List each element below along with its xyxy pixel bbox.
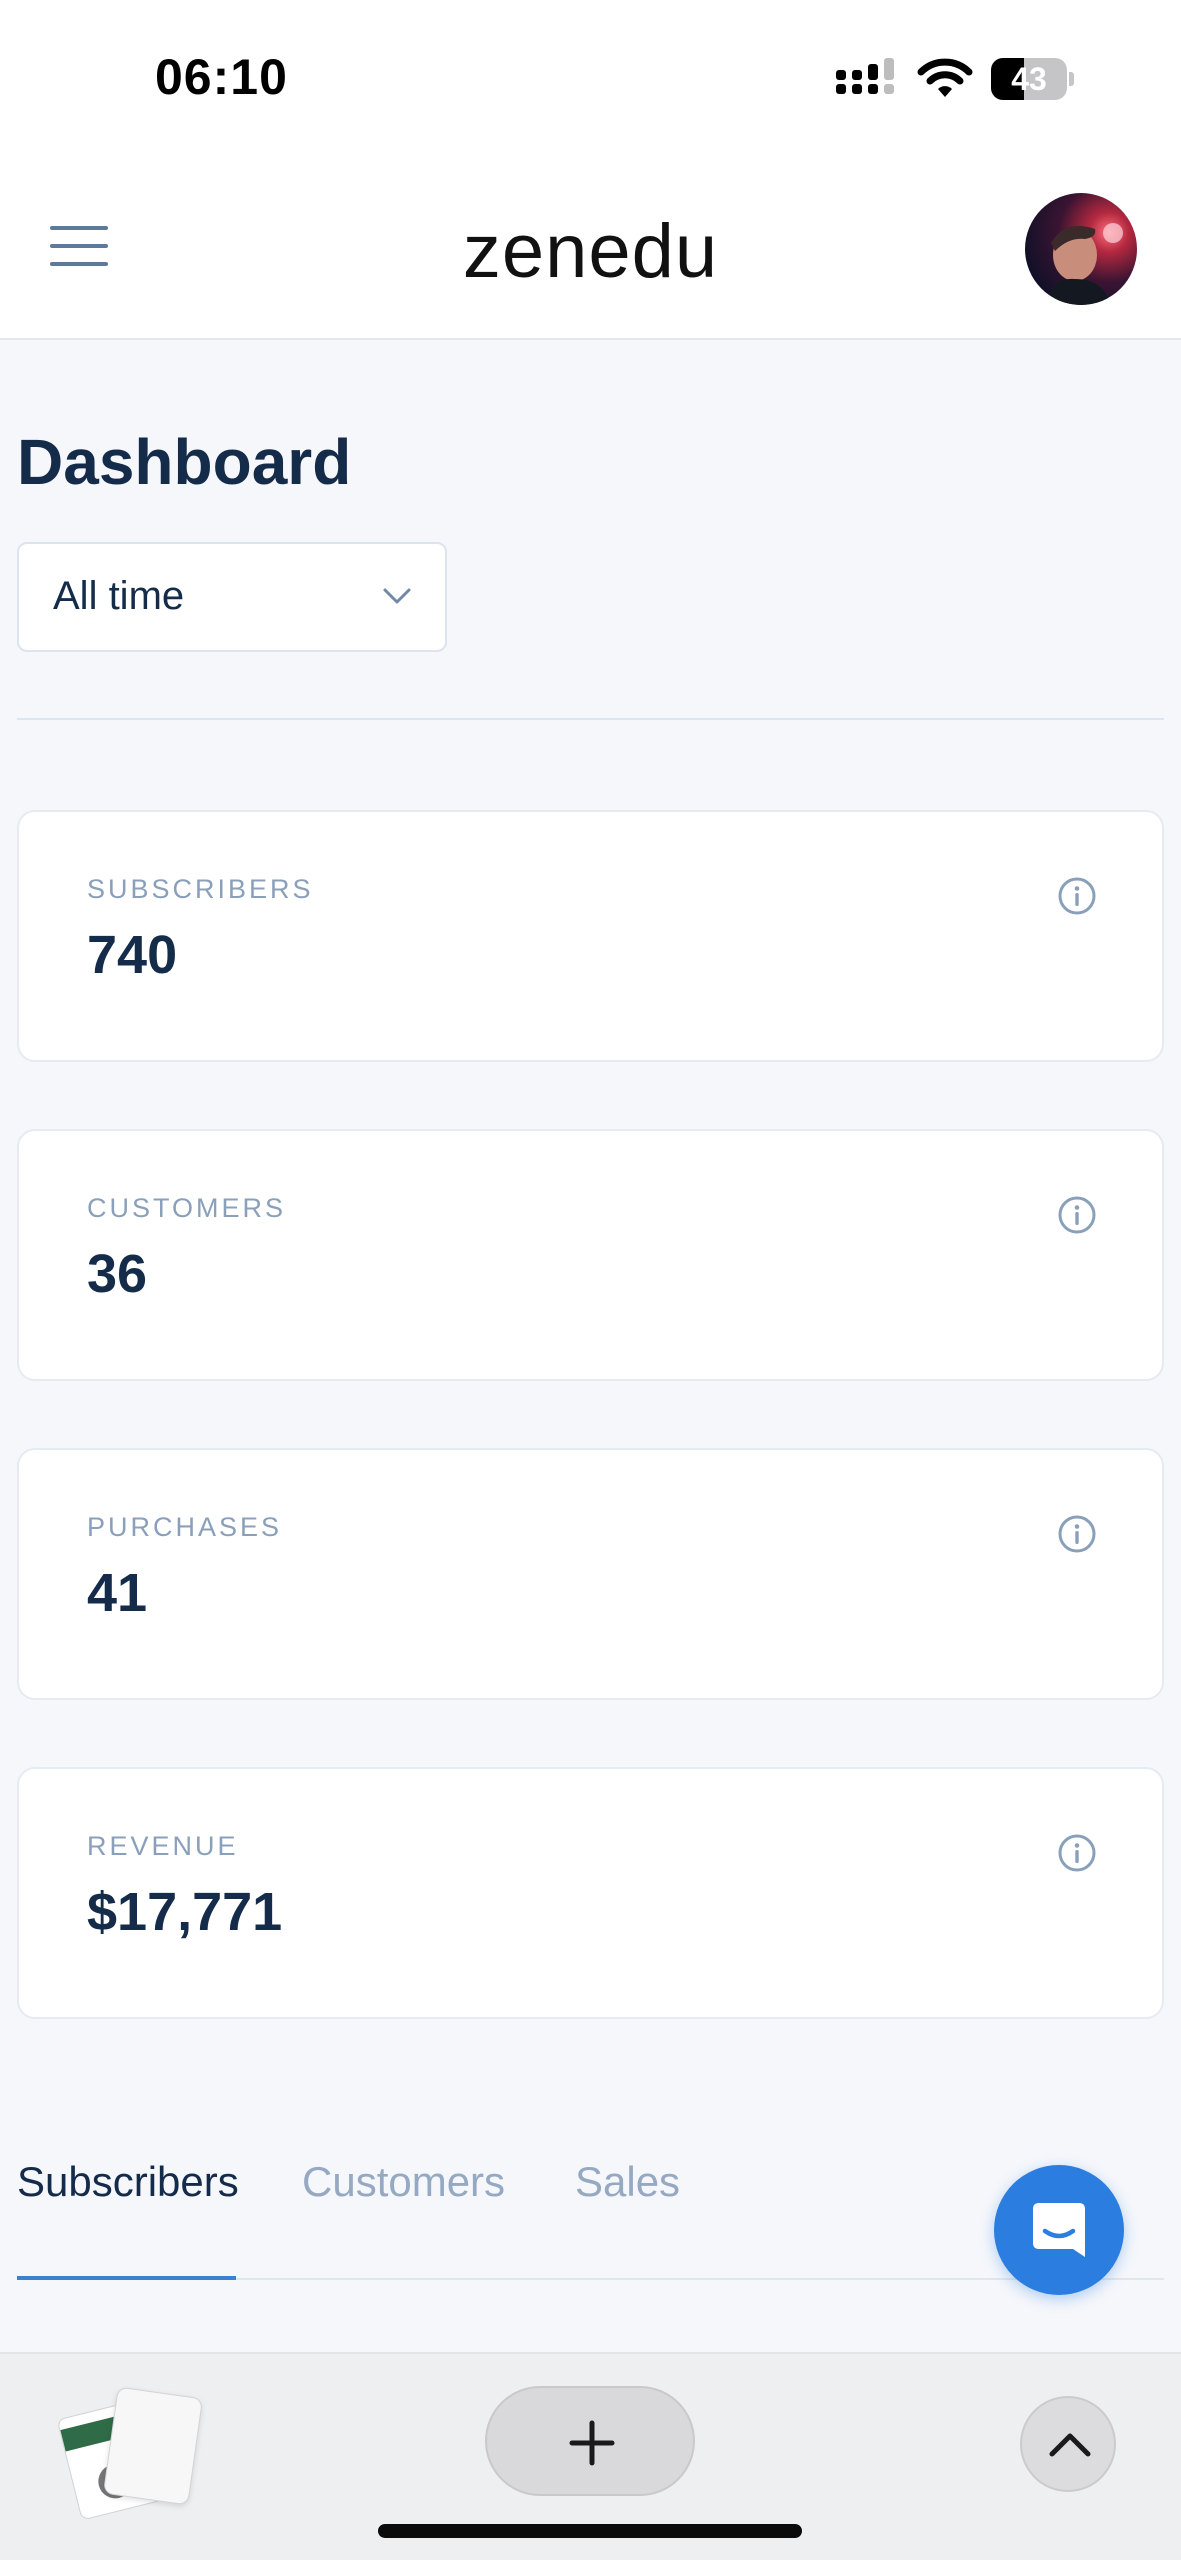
avatar[interactable] [1025,193,1137,305]
plus-icon [569,2420,615,2466]
info-icon[interactable] [1057,1195,1097,1235]
stat-label: SUBSCRIBERS [87,874,314,904]
chevron-up-icon [1049,2433,1091,2457]
info-icon[interactable] [1057,1833,1097,1873]
stat-label: CUSTOMERS [87,1193,287,1223]
chevron-down-icon [383,588,411,604]
brand-logo[interactable]: zenedu [0,208,1181,295]
tab-thumbnail-front [102,2386,204,2506]
status-time: 06:10 [155,49,288,105]
stat-card-customers: CUSTOMERS 36 [17,1129,1164,1381]
app-header: zenedu [0,160,1181,340]
page-title: Dashboard [17,426,352,498]
home-indicator [378,2524,802,2538]
cellular-signal-icon [836,58,894,94]
stat-card-subscribers: SUBSCRIBERS 740 [17,810,1164,1062]
stat-value: 41 [87,1563,148,1623]
status-bar: 06:10 43 [0,0,1181,160]
section-divider [17,718,1164,720]
battery-icon: 43 [991,58,1074,100]
tab-switcher-button[interactable] [56,2384,204,2521]
time-range-value: All time [53,574,185,618]
tab-subscribers[interactable]: Subscribers [17,2158,239,2206]
info-icon[interactable] [1057,1514,1097,1554]
time-range-select[interactable]: All time [17,542,447,652]
dashboard-tabs: Subscribers Customers Sales [17,2140,1164,2280]
active-tab-indicator [17,2276,236,2280]
tab-sales[interactable]: Sales [575,2158,680,2206]
chat-widget-button[interactable] [994,2165,1124,2295]
scroll-up-button[interactable] [1020,2396,1116,2492]
wifi-icon [917,58,973,97]
info-icon[interactable] [1057,876,1097,916]
stat-value: $17,771 [87,1882,283,1942]
tab-customers[interactable]: Customers [302,2158,505,2206]
chat-bubble-icon [1033,2203,1085,2257]
stat-value: 740 [87,925,178,985]
stat-card-purchases: PURCHASES 41 [17,1448,1164,1700]
stat-card-revenue: REVENUE $17,771 [17,1767,1164,2019]
battery-level: 43 [1011,61,1047,97]
avatar-image [1045,223,1123,305]
stat-label: REVENUE [87,1831,239,1861]
new-tab-button[interactable] [485,2386,695,2496]
stat-label: PURCHASES [87,1512,283,1542]
stat-value: 36 [87,1244,148,1304]
